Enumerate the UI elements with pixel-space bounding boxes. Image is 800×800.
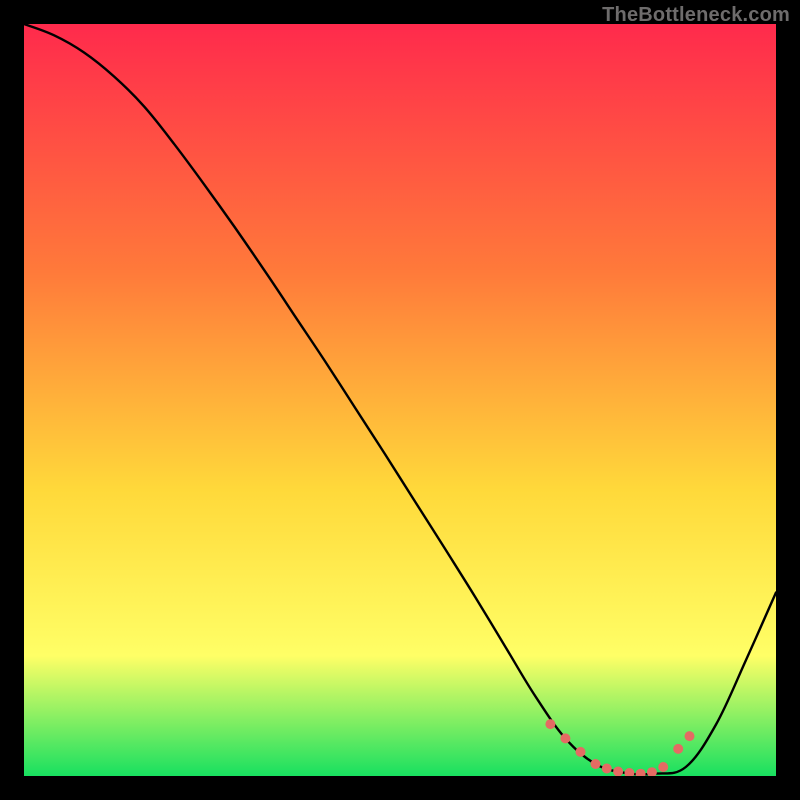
plot-area — [24, 24, 776, 776]
marker-dot — [658, 762, 668, 772]
marker-dot — [685, 731, 695, 741]
marker-dot — [576, 747, 586, 757]
bottleneck-chart — [24, 24, 776, 776]
marker-dot — [602, 764, 612, 774]
marker-dot — [673, 744, 683, 754]
marker-dot — [591, 759, 601, 769]
marker-dot — [545, 719, 555, 729]
marker-dot — [560, 733, 570, 743]
gradient-background — [24, 24, 776, 776]
chart-container: TheBottleneck.com — [0, 0, 800, 800]
